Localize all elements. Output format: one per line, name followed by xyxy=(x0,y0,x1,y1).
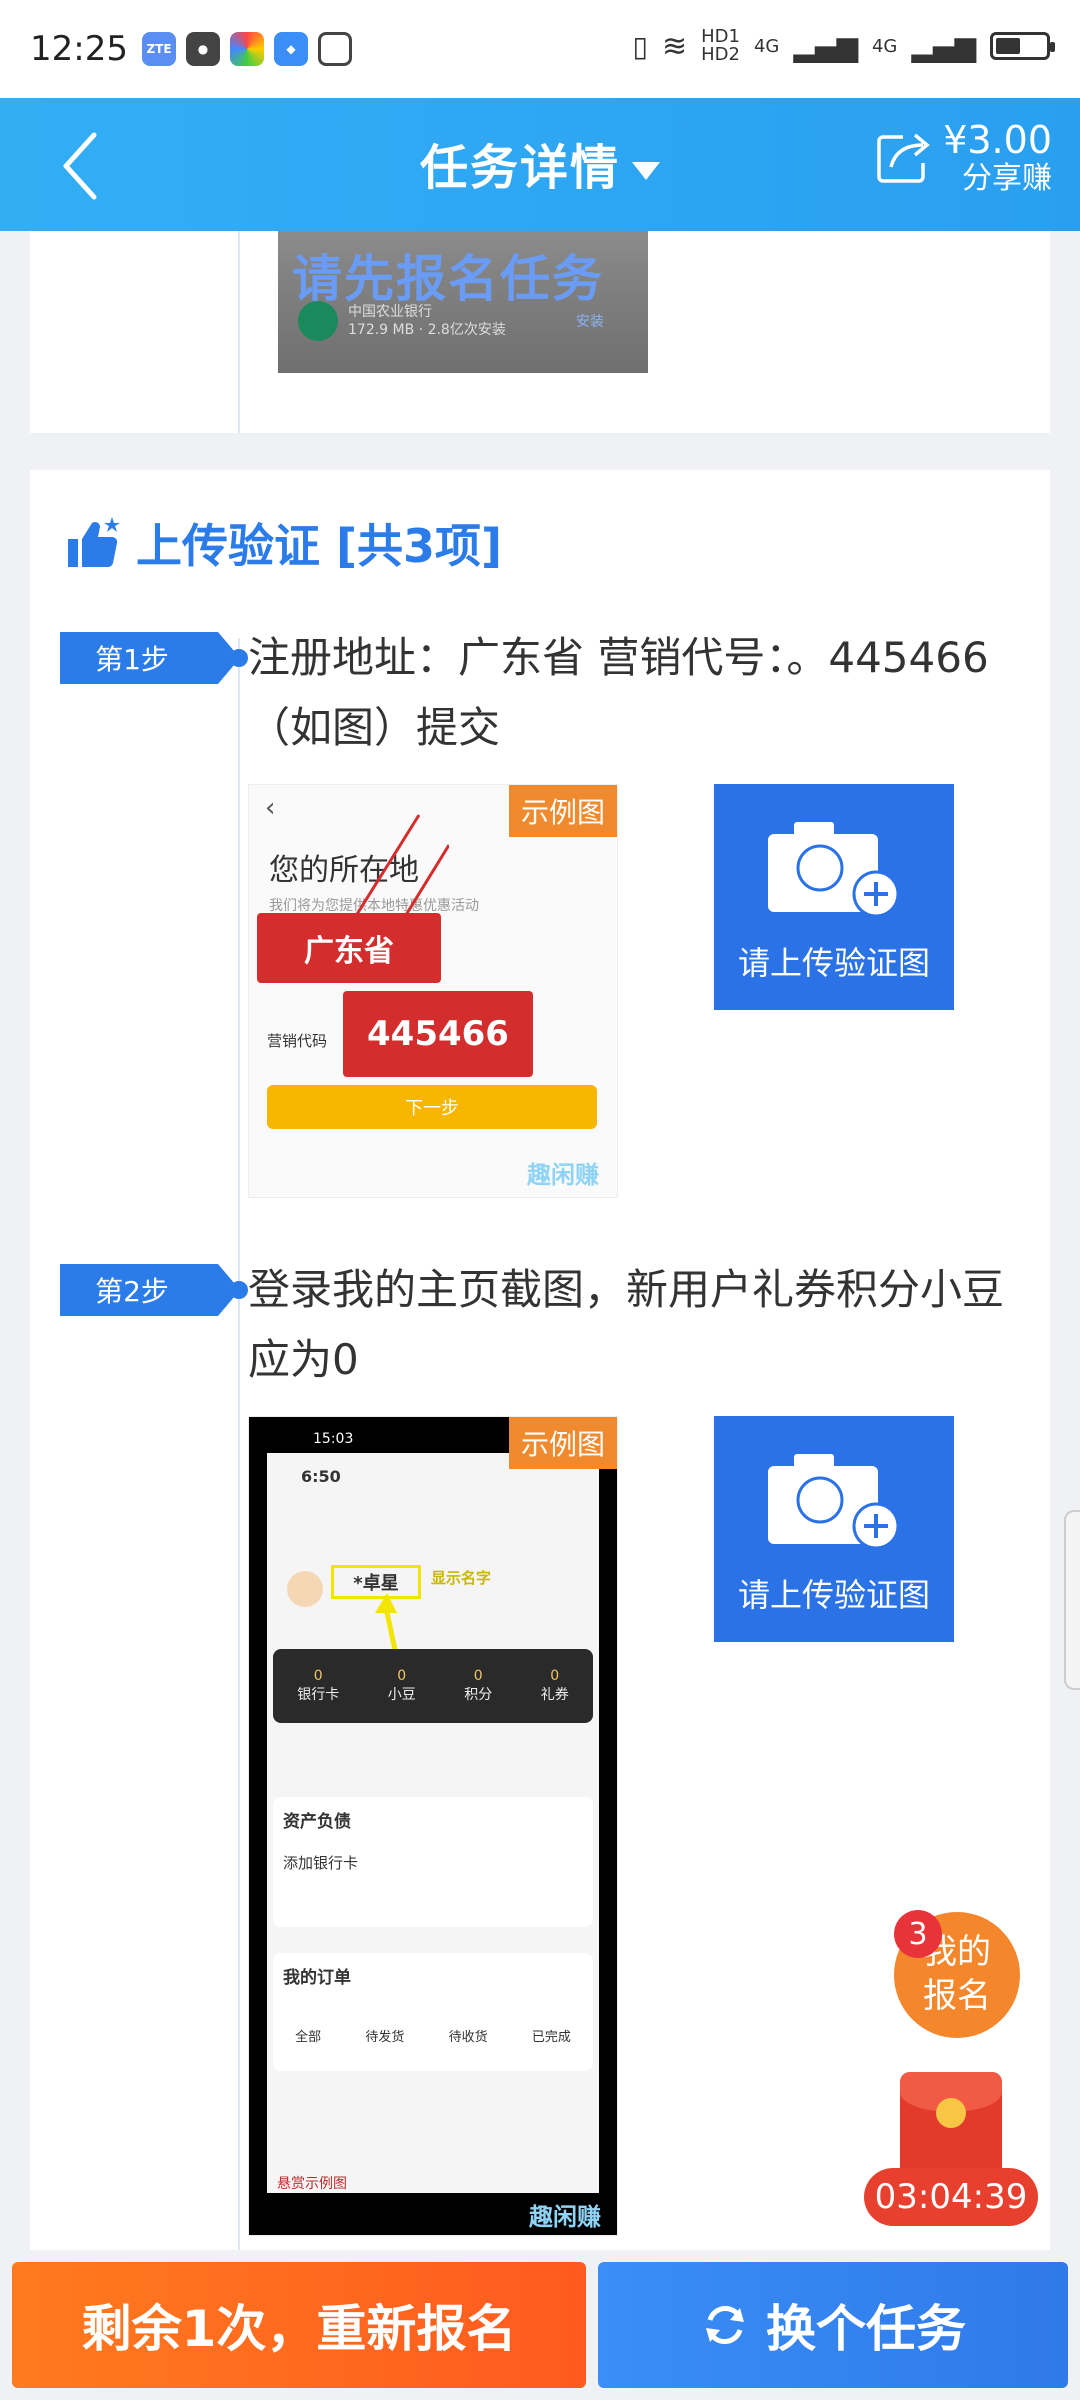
stat-value: 0 xyxy=(473,1668,483,1684)
thumbs-up-icon xyxy=(68,517,120,568)
gallery-icon xyxy=(317,32,352,66)
step-dot xyxy=(230,1281,248,1299)
stat-value: 0 xyxy=(397,1668,407,1684)
status-time: 12:25 xyxy=(30,29,128,69)
assets-title: 资产负债 xyxy=(283,1812,351,1832)
stat-label: 银行卡 xyxy=(297,1687,340,1703)
page-title-text: 任务详情 xyxy=(419,140,620,196)
step-badge: 第1步 xyxy=(60,632,240,684)
share-earn-button[interactable]: ¥3.00 分享赚 xyxy=(873,118,1052,196)
step-description: 登录我的主页截图，新用户礼券积分小豆应为0 xyxy=(248,1255,1038,1395)
assets-panel: 资产负债 添加银行卡 xyxy=(273,1797,593,1927)
side-scroll-handle[interactable] xyxy=(1064,1510,1080,1690)
upload-label: 请上传验证图 xyxy=(737,1576,930,1614)
step-text: 注册地址：广东省 营销代号：。445466（如图）提交 xyxy=(248,633,989,752)
step-dot xyxy=(230,649,248,667)
signal-1-icon: ▂▄▆ xyxy=(793,29,858,63)
stat-label: 积分 xyxy=(464,1687,493,1703)
colorful-app-icon xyxy=(229,32,264,66)
stat-value: 0 xyxy=(550,1668,560,1684)
camera-plus-icon xyxy=(768,822,900,918)
add-card-label: 添加银行卡 xyxy=(283,1854,359,1872)
countdown-timer: 03:04:39 xyxy=(864,2168,1038,2226)
change-task-button[interactable]: 换个任务 xyxy=(598,2262,1068,2388)
wifi-icon: ≋ xyxy=(661,28,688,64)
hd-indicator: HD1 HD2 xyxy=(701,28,740,64)
status-bar: 12:25 ZTE ● ◆ ▯ ≋ HD1 HD2 4G ▂▄▆ 4G ▂▄▆ xyxy=(0,0,1080,98)
timeline-line xyxy=(238,231,240,433)
province-label: 广东省 xyxy=(257,913,441,983)
example-image[interactable]: 15:03 6:50 *卓星 显示名字 0 银行卡 0 小豆 0 积分 0 礼券 资产负… xyxy=(248,1416,618,2236)
orders-panel: 我的订单 全部 待发货 待收货 已完成 xyxy=(273,1953,593,2071)
refresh-icon xyxy=(706,2306,744,2344)
vibrate-icon: ▯ xyxy=(632,29,648,63)
watermark-label: 趣闲赚 xyxy=(529,2203,601,2231)
avatar xyxy=(287,1571,323,1607)
change-task-label: 换个任务 xyxy=(766,2300,966,2358)
order-item: 待收货 xyxy=(448,2030,488,2045)
name-hint: 显示名字 xyxy=(431,1569,492,1587)
example-back-icon: ‹ xyxy=(265,793,276,823)
red-packet-icon[interactable] xyxy=(900,2072,1002,2182)
watermark-label: 趣闲赚 xyxy=(527,1161,599,1189)
stat-value: 0 xyxy=(313,1668,323,1684)
order-item: 已完成 xyxy=(531,2030,571,2045)
signup-count-badge: 3 xyxy=(894,1910,942,1958)
share-amount: ¥3.00 xyxy=(943,118,1052,162)
battery-icon xyxy=(990,32,1055,60)
app-time: 6:50 xyxy=(301,1467,341,1486)
app-icon: ◆ xyxy=(273,32,308,66)
zte-app-icon: ZTE xyxy=(141,32,176,66)
share-label: 分享赚 xyxy=(962,160,1052,196)
upload-proof-button[interactable]: 请上传验证图 xyxy=(714,784,954,1010)
marketing-code-label: 445466 xyxy=(343,991,533,1077)
step-text: 登录我的主页截图，新用户礼券积分小豆应为0 xyxy=(248,1265,1005,1384)
order-items: 全部 待发货 待收货 已完成 xyxy=(273,1998,593,2045)
signal-2-label: 4G xyxy=(871,35,898,57)
step-description: 注册地址：广东省 营销代号：。445466（如图）提交 xyxy=(248,623,1038,763)
section-title: 上传验证 [共3项] xyxy=(136,519,503,573)
section-header: 上传验证 [共3项] xyxy=(66,510,502,576)
hd2-label: HD2 xyxy=(701,44,740,65)
app-header: 任务详情 ¥3.00 分享赚 xyxy=(0,98,1080,231)
order-item: 待发货 xyxy=(365,2030,405,2045)
example-tag: 示例图 xyxy=(508,785,617,837)
phone-time: 15:03 xyxy=(313,1431,354,1447)
example-image[interactable]: ‹ 您的所在地 我们将为您提供本地特惠优惠活动 广东省 营销代码 445466 … xyxy=(248,784,618,1198)
signal-1-label: 4G xyxy=(753,35,780,57)
dropdown-caret-icon xyxy=(632,162,660,180)
example-next-button: 下一步 xyxy=(267,1085,597,1129)
orders-title: 我的订单 xyxy=(283,1968,351,1988)
wechat-icon: ● xyxy=(185,32,220,66)
task-info-card: 中国农业银行 172.9 MB · 2.8亿次安装 安装 请先报名任务 xyxy=(30,231,1050,433)
step-badge: 第2步 xyxy=(60,1264,240,1316)
signup-label-2: 报名 xyxy=(923,1976,991,2016)
example-image[interactable]: 中国农业银行 172.9 MB · 2.8亿次安装 安装 请先报名任务 xyxy=(278,231,648,373)
share-icon xyxy=(877,134,930,184)
install-label: 安装 xyxy=(575,314,604,330)
bank-detail: 172.9 MB · 2.8亿次安装 xyxy=(348,322,506,338)
example-caption: 悬赏示例图 xyxy=(277,2176,347,2192)
timeline-line xyxy=(238,638,240,2250)
status-indicators: ▯ ≋ HD1 HD2 4G ▂▄▆ 4G ▂▄▆ xyxy=(632,28,1055,64)
code-label: 营销代码 xyxy=(267,1032,328,1050)
stat-label: 小豆 xyxy=(387,1687,416,1703)
bottom-action-bar: 剩余1次，重新报名 换个任务 xyxy=(0,2250,1080,2400)
account-stats: 0 银行卡 0 小豆 0 积分 0 礼券 xyxy=(273,1649,593,1723)
order-item: 全部 xyxy=(295,2030,322,2045)
register-first-overlay: 请先报名任务 xyxy=(292,250,604,308)
stat-label: 礼券 xyxy=(540,1687,569,1703)
phone-screenshot: 15:03 6:50 *卓星 显示名字 0 银行卡 0 小豆 0 积分 0 礼券 资产负… xyxy=(249,1417,617,2235)
upload-label: 请上传验证图 xyxy=(737,944,930,982)
upload-proof-button[interactable]: 请上传验证图 xyxy=(714,1416,954,1642)
example-tag: 示例图 xyxy=(508,1417,617,1469)
signal-2-icon: ▂▄▆ xyxy=(911,29,976,63)
camera-plus-icon xyxy=(768,1454,900,1550)
reapply-button[interactable]: 剩余1次，重新报名 xyxy=(12,2262,586,2388)
